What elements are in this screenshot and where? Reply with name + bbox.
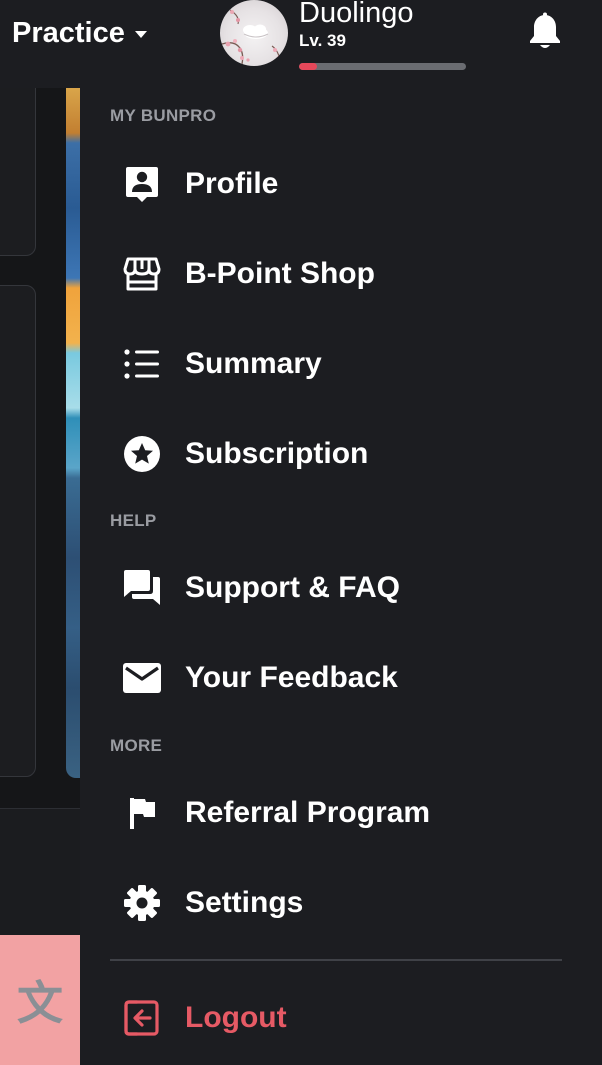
menu-item-your-feedback[interactable]: Your Feedback	[110, 648, 570, 708]
practice-dropdown[interactable]: Practice	[12, 14, 147, 52]
practice-label: Practice	[12, 16, 125, 49]
section-label-help: HELP	[110, 511, 157, 530]
menu-label-profile: Profile	[185, 167, 279, 200]
flag-icon	[122, 793, 162, 833]
xp-progress-bar	[299, 63, 466, 70]
bunpro-logo[interactable]: 文	[0, 935, 80, 1065]
background-footer	[0, 808, 80, 936]
side-drawer-menu: MY BUNPRO Profile B-Point Shop Summary S…	[80, 88, 602, 1065]
storefront-icon	[122, 254, 162, 294]
gear-icon	[122, 883, 162, 923]
user-profile-block[interactable]: Duolingo Lv. 39	[299, 0, 469, 72]
menu-divider	[110, 959, 562, 961]
avatar[interactable]	[220, 0, 288, 66]
menu-item-logout[interactable]: Logout	[110, 988, 570, 1048]
menu-item-subscription[interactable]: Subscription	[110, 424, 570, 484]
profile-card-icon	[122, 164, 162, 204]
menu-label-referral-program: Referral Program	[185, 796, 431, 829]
background-page: 文	[0, 88, 80, 1065]
logo-glyph: 文	[17, 976, 63, 1030]
chat-bubbles-icon	[122, 568, 162, 608]
logout-icon	[122, 998, 162, 1038]
menu-item-settings[interactable]: Settings	[110, 873, 570, 933]
envelope-icon	[122, 658, 162, 698]
menu-label-logout: Logout	[185, 1001, 287, 1034]
background-card	[0, 88, 36, 256]
menu-item-referral-program[interactable]: Referral Program	[110, 783, 570, 843]
menu-label-b-point-shop: B-Point Shop	[185, 257, 375, 290]
xp-progress-fill	[299, 63, 318, 70]
section-label-my-bunpro: MY BUNPRO	[110, 106, 217, 125]
menu-item-support-faq[interactable]: Support & FAQ	[110, 558, 570, 618]
menu-item-profile[interactable]: Profile	[110, 154, 570, 214]
menu-item-b-point-shop[interactable]: B-Point Shop	[110, 244, 570, 304]
menu-label-support-faq: Support & FAQ	[185, 571, 400, 604]
menu-label-settings: Settings	[185, 886, 304, 919]
top-header: Practice Duolingo Lv. 39	[0, 0, 602, 89]
chevron-down-icon	[134, 31, 147, 38]
section-label-more: MORE	[110, 736, 163, 755]
star-circle-icon	[122, 434, 162, 474]
menu-label-summary: Summary	[185, 347, 322, 380]
user-level: Lv. 39	[299, 31, 346, 50]
bell-icon[interactable]	[527, 12, 563, 52]
background-card	[0, 285, 36, 777]
menu-label-your-feedback: Your Feedback	[185, 661, 398, 694]
cherry-blossom-avatar-image	[221, 9, 282, 65]
menu-label-subscription: Subscription	[185, 437, 369, 470]
menu-item-summary[interactable]: Summary	[110, 334, 570, 394]
list-icon	[122, 344, 162, 384]
user-name: Duolingo	[299, 0, 414, 29]
background-illustration	[66, 88, 80, 778]
